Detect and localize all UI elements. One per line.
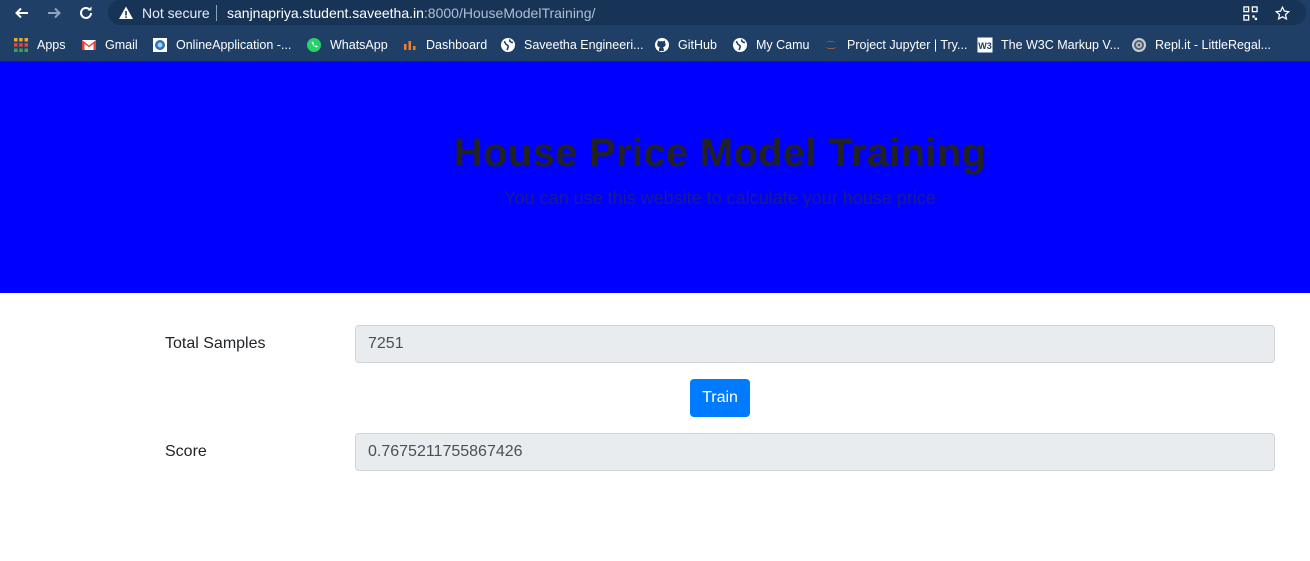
w3c-icon: W3 bbox=[977, 37, 993, 53]
url-host: sanjnapriya.student.saveetha.in bbox=[227, 5, 424, 21]
warning-icon bbox=[119, 6, 133, 19]
train-button[interactable]: Train bbox=[690, 379, 750, 417]
back-arrow-icon bbox=[15, 7, 28, 19]
bookmark-label: OnlineApplication -... bbox=[176, 37, 292, 52]
replit-icon bbox=[1131, 37, 1147, 53]
star-icon bbox=[1274, 5, 1290, 20]
whatsapp-icon bbox=[306, 37, 322, 53]
bookmark-online-application[interactable]: OnlineApplication -... bbox=[152, 36, 291, 53]
bookmark-w3c[interactable]: W3 The W3C Markup V... bbox=[977, 36, 1120, 53]
apps-grid-icon bbox=[13, 37, 29, 53]
bookmark-saveetha[interactable]: Saveetha Engineeri... bbox=[500, 36, 644, 53]
url-path: :8000/HouseModelTraining/ bbox=[423, 5, 596, 21]
bookmark-label: The W3C Markup V... bbox=[1001, 37, 1121, 52]
bookmark-label: GitHub bbox=[678, 37, 717, 52]
bookmark-replit[interactable]: Repl.it - LittleRegal... bbox=[1131, 36, 1271, 53]
reload-button[interactable] bbox=[76, 3, 96, 23]
address-separator bbox=[216, 5, 217, 21]
back-button[interactable] bbox=[12, 3, 32, 23]
bookmark-jupyter[interactable]: Project Jupyter | Try... bbox=[823, 36, 967, 53]
qr-code-button[interactable] bbox=[1241, 4, 1259, 22]
hero-banner: House Price Model Training You can use t… bbox=[0, 62, 1310, 293]
page-title: House Price Model Training bbox=[453, 131, 987, 175]
bookmark-dashboard[interactable]: Dashboard bbox=[402, 36, 487, 53]
forward-arrow-icon bbox=[48, 7, 61, 19]
page-subtitle: You can use this website to calculate yo… bbox=[504, 188, 936, 208]
online-application-icon bbox=[152, 37, 168, 53]
dashboard-icon bbox=[402, 37, 418, 53]
globe-icon bbox=[732, 37, 748, 53]
bookmark-label: Saveetha Engineeri... bbox=[524, 37, 644, 52]
bookmark-label: Project Jupyter | Try... bbox=[847, 37, 968, 52]
bookmark-gmail[interactable]: Gmail bbox=[81, 36, 138, 53]
qr-code-icon bbox=[1242, 5, 1258, 21]
bookmark-whatsapp[interactable]: WhatsApp bbox=[306, 36, 388, 53]
svg-text:W3: W3 bbox=[978, 41, 992, 51]
bookmark-label: Repl.it - LittleRegal... bbox=[1155, 37, 1272, 52]
bookmark-star-button[interactable] bbox=[1273, 4, 1291, 22]
bookmark-label: Gmail bbox=[105, 37, 138, 52]
bookmark-github[interactable]: GitHub bbox=[654, 36, 717, 53]
security-status[interactable]: Not secure bbox=[142, 5, 210, 21]
browser-toolbar: Not secure sanjnapriya.student.saveetha.… bbox=[0, 0, 1310, 26]
bookmark-label: WhatsApp bbox=[330, 37, 388, 52]
bookmark-apps[interactable]: Apps bbox=[13, 36, 66, 53]
gmail-icon bbox=[81, 37, 97, 53]
bookmark-label: Apps bbox=[37, 37, 66, 52]
score-label: Score bbox=[165, 443, 207, 460]
reload-icon bbox=[80, 6, 92, 19]
bookmark-my-camu[interactable]: My Camu bbox=[732, 36, 809, 53]
bookmark-label: My Camu bbox=[756, 37, 810, 52]
bookmark-label: Dashboard bbox=[426, 37, 488, 52]
github-icon bbox=[654, 37, 670, 53]
total-samples-field[interactable] bbox=[355, 325, 1275, 363]
globe-icon bbox=[500, 37, 516, 53]
url-text[interactable]: sanjnapriya.student.saveetha.in:8000/Hou… bbox=[227, 5, 595, 21]
bookmarks-bar: Apps Gmail OnlineApplication -... WhatsA… bbox=[0, 26, 1310, 62]
jupyter-icon bbox=[823, 37, 839, 53]
total-samples-label: Total Samples bbox=[165, 335, 266, 352]
forward-button[interactable] bbox=[44, 3, 64, 23]
score-field[interactable] bbox=[355, 433, 1275, 471]
